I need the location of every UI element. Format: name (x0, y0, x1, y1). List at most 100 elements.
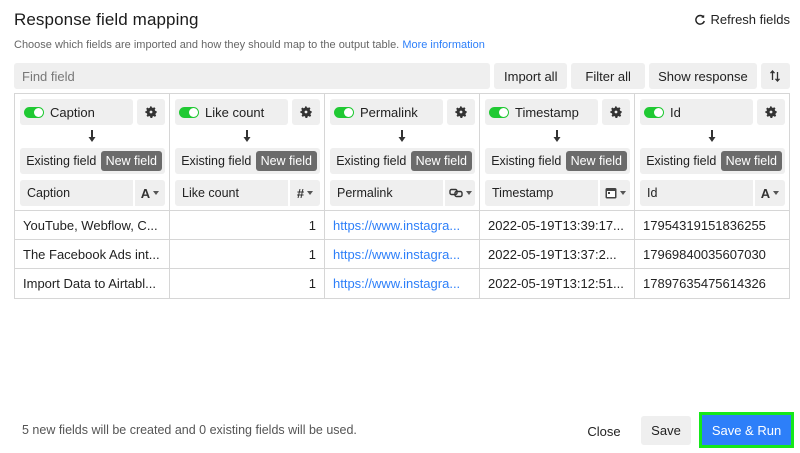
gear-icon (765, 106, 777, 118)
table-cell[interactable]: https://www.instagra... (325, 240, 480, 268)
field-type-dropdown[interactable]: A (753, 180, 785, 206)
field-settings-button[interactable] (137, 99, 165, 125)
show-response-button[interactable]: Show response (648, 63, 757, 89)
cell-value: 2022-05-19T13:39:17... (488, 217, 624, 233)
field-mode-selector: Existing field New field (20, 148, 165, 174)
existing-field-option[interactable]: Existing field (20, 154, 101, 168)
table-row: The Facebook Ads int... 1 https://www.inst… (15, 240, 789, 269)
import-toggle[interactable] (489, 106, 509, 118)
table-cell: The Facebook Ads int... (15, 240, 170, 268)
field-mode-selector: Existing field New field (330, 148, 475, 174)
close-button[interactable]: Close (579, 417, 629, 445)
new-field-option[interactable]: New field (565, 151, 627, 171)
new-field-option[interactable]: New field (720, 151, 782, 171)
table-cell: 17897635475614326 (635, 269, 789, 298)
field-type-dropdown[interactable]: A (133, 180, 165, 206)
existing-field-option[interactable]: Existing field (330, 154, 411, 168)
source-field-name: Timestamp (515, 104, 579, 120)
target-field: Permalink (330, 180, 475, 206)
column-headers: Caption Existing field New field Caption A Li… (15, 94, 789, 211)
caret-down-icon (307, 191, 314, 195)
gear-icon (455, 106, 467, 118)
existing-field-option[interactable]: Existing field (640, 154, 721, 168)
field-settings-button[interactable] (447, 99, 475, 125)
text-type-icon: A (760, 185, 771, 201)
mapping-arrow (635, 129, 789, 148)
target-field-name[interactable]: Permalink (330, 186, 443, 200)
field-column: Id Existing field New field Id A (635, 94, 789, 211)
table-cell: 1 (170, 269, 325, 298)
cell-value: 17897635475614326 (643, 276, 766, 291)
footer-info: 5 new fields will be created and 0 exist… (22, 423, 357, 437)
table-cell: 2022-05-19T13:12:51... (480, 269, 635, 298)
target-field-name[interactable]: Caption (20, 186, 133, 200)
field-type-dropdown[interactable]: # (288, 180, 320, 206)
cell-value: Import Data to Airtabl... (23, 276, 156, 291)
gear-icon (145, 106, 157, 118)
gear-icon (300, 106, 312, 118)
mapping-arrow (325, 129, 479, 148)
source-field-name: Permalink (360, 104, 418, 120)
cell-value: 17954319151836255 (643, 217, 766, 233)
field-column: Timestamp Existing field New field Timestam… (480, 94, 635, 211)
import-all-button[interactable]: Import all (494, 63, 568, 89)
field-settings-button[interactable] (757, 99, 785, 125)
field-column: Like count Existing field New field Like co… (170, 94, 325, 211)
more-information-link[interactable]: More information (402, 39, 485, 51)
target-field-name[interactable]: Like count (175, 186, 288, 200)
table-cell: 1 (170, 240, 325, 268)
table-cell: 2022-05-19T13:37:2... (480, 240, 635, 268)
save-and-run-button[interactable]: Save & Run (702, 415, 791, 445)
column-header: Id Existing field New field Id A (635, 94, 789, 211)
source-field: Timestamp (485, 99, 598, 125)
table-cell[interactable]: https://www.instagra... (325, 211, 480, 239)
new-field-option[interactable]: New field (100, 151, 162, 171)
table-cell: 17969840035607030 (635, 240, 789, 268)
arrow-down-icon (553, 130, 561, 142)
number-type-icon: # (296, 185, 305, 201)
cell-value: 2022-05-19T13:37:2... (488, 246, 617, 262)
target-field-name[interactable]: Timestamp (485, 186, 598, 200)
link-type-icon (448, 188, 463, 198)
existing-field-option[interactable]: Existing field (485, 154, 566, 168)
preview-rows: YouTube, Webflow, C... 1 https://www.insta… (15, 211, 789, 298)
cell-value: https://www.instagra... (333, 217, 461, 233)
new-field-option[interactable]: New field (255, 151, 317, 171)
target-field: Like count # (175, 180, 320, 206)
refresh-fields-button[interactable]: Refresh fields (694, 12, 790, 27)
target-field: Id A (640, 180, 785, 206)
calendar-type-icon (605, 188, 616, 199)
arrow-down-icon (88, 130, 96, 142)
field-type-dropdown[interactable] (443, 180, 475, 206)
import-toggle[interactable] (24, 106, 44, 118)
source-field: Like count (175, 99, 288, 125)
column-header: Timestamp Existing field New field Timestam… (480, 94, 634, 211)
sort-icon (770, 70, 781, 82)
import-toggle[interactable] (334, 106, 354, 118)
filter-all-button[interactable]: Filter all (571, 63, 645, 89)
table-cell[interactable]: https://www.instagra... (325, 269, 480, 298)
new-field-option[interactable]: New field (410, 151, 472, 171)
target-field: Timestamp (485, 180, 630, 206)
target-field-name[interactable]: Id (640, 186, 753, 200)
sort-button[interactable] (760, 63, 790, 89)
source-field: Id (640, 99, 753, 125)
cell-value: 1 (308, 217, 316, 233)
table-row: YouTube, Webflow, C... 1 https://www.insta… (15, 211, 789, 240)
caret-down-icon (465, 191, 472, 195)
table-cell: 17954319151836255 (635, 211, 789, 239)
import-toggle[interactable] (644, 106, 664, 118)
mapping-grid: Caption Existing field New field Caption A Li… (14, 93, 790, 299)
find-field-input[interactable] (14, 63, 490, 89)
field-settings-button[interactable] (602, 99, 630, 125)
field-type-dropdown[interactable] (598, 180, 630, 206)
import-toggle[interactable] (179, 106, 199, 118)
save-button[interactable]: Save (641, 416, 691, 445)
toolbar: Import all Filter all Show response (14, 63, 790, 89)
cell-value: The Facebook Ads int... (23, 246, 160, 262)
field-settings-button[interactable] (292, 99, 320, 125)
cell-value: 17969840035607030 (643, 246, 766, 262)
column-header: Like count Existing field New field Like co… (170, 94, 324, 211)
field-column: Permalink Existing field New field Permalin… (325, 94, 480, 211)
existing-field-option[interactable]: Existing field (175, 154, 256, 168)
